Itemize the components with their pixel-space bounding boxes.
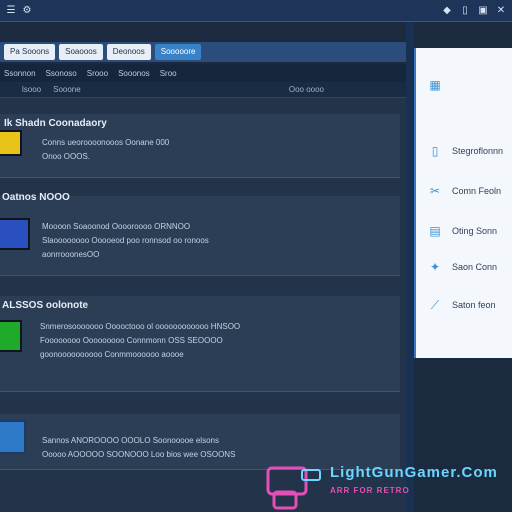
side-item-label: Oting Sonn — [452, 226, 498, 236]
item-line: Conns ueoroooonooos Oonane 000 — [42, 138, 170, 147]
side-item-bookmark[interactable]: ▯ Stegroflonnn — [428, 144, 503, 158]
item-line: Snmerosooooooo Ooooctooo ol oooooooooooo… — [40, 322, 241, 331]
menu-bar: Ssonnon Ssonoso Srooo Sooonos Sroo — [0, 64, 406, 82]
side-item-label: Stegroflonnn — [452, 146, 504, 156]
side-item-tools[interactable]: ✂ Comn Feoln — [428, 184, 501, 198]
puzzle-icon: ✦ — [429, 260, 441, 274]
side-panel: ▦ ▯ Stegroflonnn ✂ Comn Feoln ▤ Oting So… — [414, 48, 512, 358]
menu-item-2[interactable]: Ssonoso — [46, 69, 77, 78]
menu-item-5[interactable]: Sroo — [160, 69, 177, 78]
top-bar: ☰ ⚙ ◆ ▯ ▣ ✕ — [0, 0, 512, 22]
menu-item-4[interactable]: Sooonos — [118, 69, 150, 78]
watermark-logo — [266, 466, 321, 510]
settings-icon[interactable]: ⚙ — [22, 5, 32, 16]
side-item-label: Comn Feoln — [452, 186, 502, 196]
list-item[interactable]: Oatnos NOOO Moooon Soaoonod Ooooroooo OR… — [0, 192, 400, 276]
sub-bar: lsooo Sooone Ooo oooo — [0, 82, 406, 98]
item-line: goonoooooooooo Conmmoooooo aoooe — [40, 350, 184, 359]
square-icon[interactable]: ▯ — [460, 5, 470, 16]
item-line: aonrrooonesOO — [42, 250, 100, 259]
content-list: Ik Shadn Coonadaory Conns ueoroooonooos … — [0, 98, 406, 512]
layers-icon: ▤ — [429, 224, 441, 238]
list-item[interactable]: ALSSOS oolonote Snmerosooooooo Ooooctooo… — [0, 296, 400, 392]
item-line: Moooon Soaoonod Ooooroooo ORNNOO — [42, 222, 191, 231]
menu-item-3[interactable]: Srooo — [87, 69, 108, 78]
panel-divider — [406, 22, 414, 512]
side-item-label: Saton feon — [452, 300, 496, 310]
list-item[interactable]: Ik Shadn Coonadaory Conns ueoroooonooos … — [0, 114, 400, 178]
side-item-puzzle[interactable]: ✦ Saon Conn — [428, 260, 497, 274]
window-icon[interactable]: ▣ — [478, 5, 488, 16]
subbar-item-1[interactable]: lsooo — [22, 85, 41, 94]
bell-icon[interactable]: ◆ — [442, 5, 452, 16]
item-title: Oatnos NOOO — [2, 192, 70, 203]
tab-3[interactable]: Deonoos — [106, 44, 151, 60]
watermark-title: LightGunGamer.Com — [330, 464, 498, 481]
list-icon[interactable]: ☰ — [6, 5, 16, 16]
thumbnail-image — [0, 130, 22, 156]
tab-strip: Pa Sooons Soaooos Deonoos Sooooore — [0, 42, 406, 62]
side-item-layers[interactable]: ▤ Oting Sonn — [428, 224, 497, 238]
item-line: Slaoooooooo Ooooeod poo ronnsod oo ronoo… — [42, 236, 209, 245]
edit-icon: ⟋ — [430, 298, 440, 312]
side-item-grid[interactable]: ▦ — [428, 78, 452, 92]
watermark-subtitle: ARR FOR RETRO — [330, 486, 410, 495]
item-line: Onoo OOOS. — [42, 152, 91, 161]
window-controls: ◆ ▯ ▣ ✕ — [442, 5, 506, 16]
tools-icon: ✂ — [429, 184, 441, 198]
subbar-item-right[interactable]: Ooo oooo — [289, 85, 324, 94]
watermark: LightGunGamer.Com ARR FOR RETRO — [262, 462, 512, 512]
side-item-label: Saon Conn — [452, 262, 498, 272]
thumbnail-image — [0, 320, 22, 352]
side-item-edit[interactable]: ⟋ Saton feon — [428, 298, 496, 312]
item-title: ALSSOS oolonote — [2, 300, 89, 311]
menu-item-1[interactable]: Ssonnon — [4, 69, 36, 78]
item-line: Sannos ANOROOOO OOOLO Soonooooe elsons — [42, 436, 219, 445]
bookmark-icon: ▯ — [431, 144, 439, 158]
thumbnail-image — [0, 218, 30, 250]
close-icon[interactable]: ✕ — [496, 5, 506, 16]
item-line: Ooooo AOOOOO SOONOOO Loo bios wee OSOONS — [42, 450, 236, 459]
item-title: Ik Shadn Coonadaory — [4, 118, 107, 129]
tab-2[interactable]: Soaooos — [59, 44, 103, 60]
grid-icon: ▦ — [429, 78, 441, 92]
subbar-item-2[interactable]: Sooone — [53, 85, 81, 94]
tab-4[interactable]: Sooooore — [154, 44, 202, 60]
item-line: Foooooooo Ooooooooo Connmonn OSS SEOOOO — [40, 336, 223, 345]
tab-1[interactable]: Pa Sooons — [4, 44, 56, 60]
thumbnail-image — [0, 420, 26, 454]
